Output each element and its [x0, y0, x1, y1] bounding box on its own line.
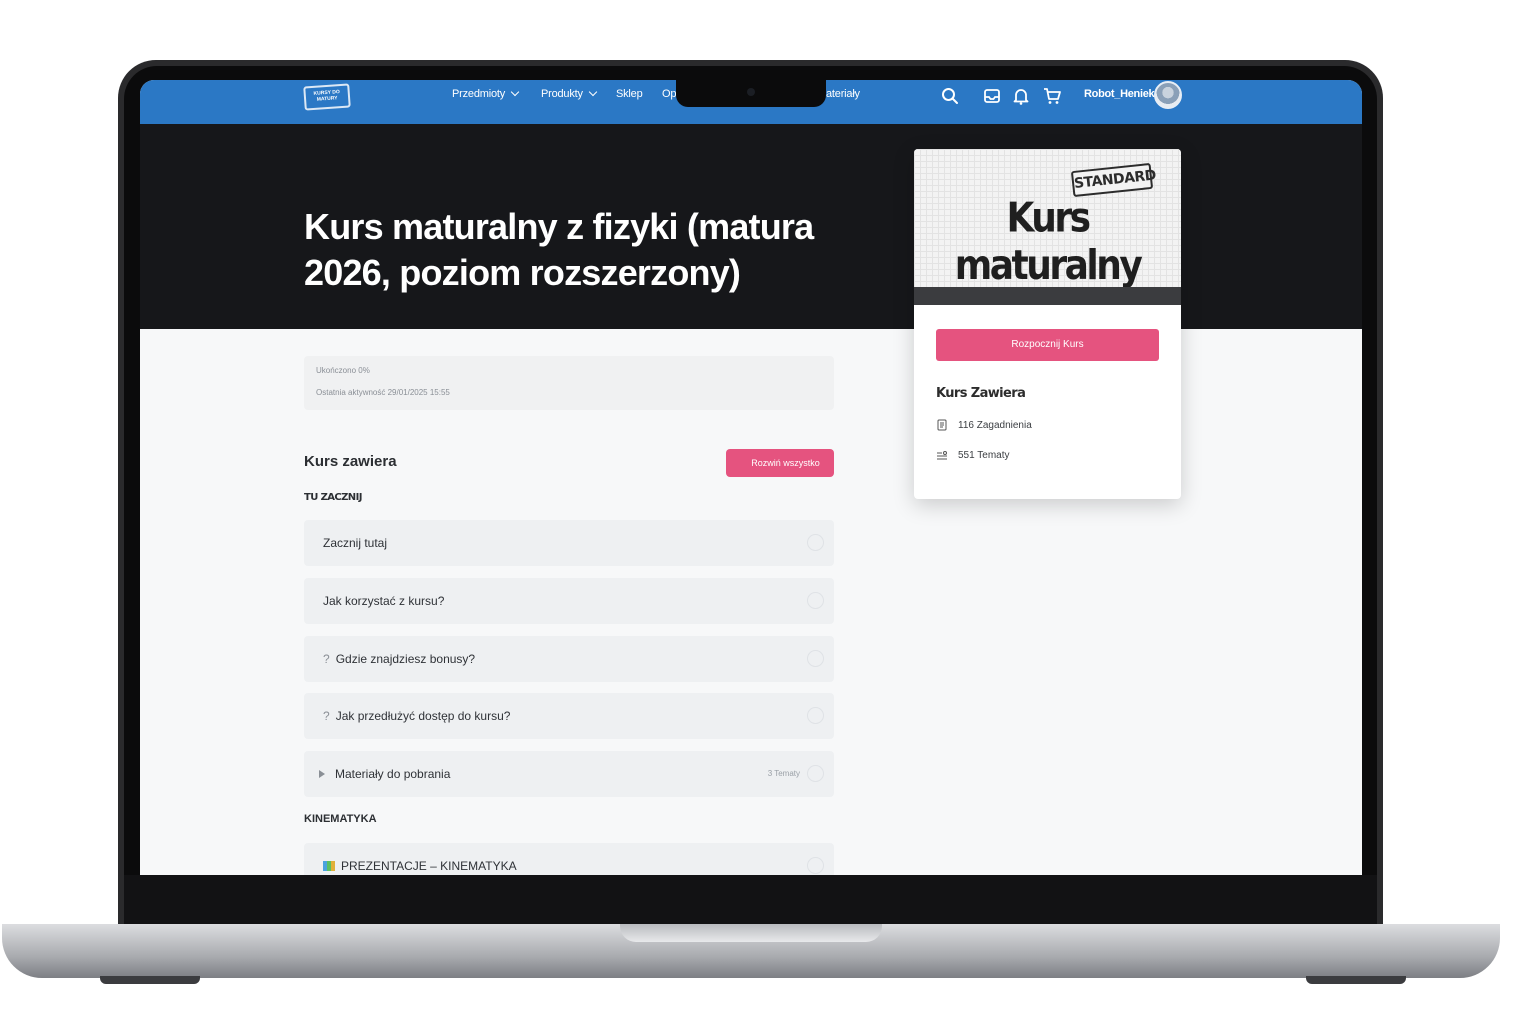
lesson-item-expandable[interactable]: Materiały do pobrania 3 Tematy [304, 751, 834, 797]
group-label-tu-zacznij: TU ZACZNIJ [304, 492, 362, 503]
username[interactable]: Robot_Heniek [1084, 88, 1155, 100]
group-label-kinematyka: KINEMATYKA [304, 813, 377, 825]
chevron-down-icon [588, 87, 598, 97]
nav-item-label: Produkty [541, 88, 583, 100]
progress-completed: Ukończono 0% [316, 366, 370, 375]
expand-all-button[interactable]: Rozwiń wszystko [726, 449, 834, 477]
completion-circle-icon [807, 534, 824, 551]
lesson-label: Materiały do pobrania [335, 767, 451, 781]
standard-stamp: STANDARD [1070, 162, 1157, 198]
progress-box: Ukończono 0% Ostatnia aktywność 29/01/20… [304, 356, 834, 410]
lesson-label: Jak przedłużyć dostęp do kursu? [335, 709, 511, 723]
books-icon [323, 861, 335, 871]
laptop-chin [124, 875, 1377, 925]
topics-count: 3 Tematy [767, 769, 800, 778]
lesson-label: Zacznij tutaj [323, 536, 388, 550]
nav-item-sklep[interactable]: Sklep [616, 88, 643, 100]
course-cover-image: STANDARD Kurs maturalny [914, 149, 1181, 290]
completion-circle-icon [807, 650, 824, 667]
laptop-foot [100, 976, 200, 984]
question-icon: ? [323, 652, 330, 666]
lesson-label-row: PREZENTACJE – KINEMATYKA [323, 859, 517, 873]
laptop-opening-groove [620, 924, 882, 942]
chevron-down-icon [510, 87, 520, 97]
camera-notch [676, 80, 826, 107]
nav-item-produkty[interactable]: Produkty [541, 87, 598, 100]
browser-screen: KURSY DO MATURY Przedmioty Produkty Skle… [140, 80, 1362, 875]
stat-zagadnienia: 116 Zagadnienia [958, 420, 1032, 431]
course-content-heading: Kurs zawiera [304, 453, 397, 470]
lesson-label: PREZENTACJE – KINEMATYKA [341, 859, 517, 873]
nav-item-materialy[interactable]: ateriały [826, 88, 860, 100]
lesson-item[interactable]: Jak korzystać z kursu? [304, 578, 834, 624]
lesson-label-row: Materiały do pobrania [319, 767, 450, 781]
course-card: STANDARD Kurs maturalny Rozpocznij Kurs … [914, 149, 1181, 499]
bell-icon[interactable] [1011, 86, 1031, 106]
stat-tematy: 551 Tematy [958, 450, 1010, 461]
nav-item-label: Przedmioty [452, 88, 506, 100]
nav-item-przedmioty[interactable]: Przedmioty [452, 87, 520, 100]
cover-band [914, 287, 1181, 305]
lesson-item[interactable]: Zacznij tutaj [304, 520, 834, 566]
document-icon [937, 419, 947, 431]
site-logo[interactable]: KURSY DO MATURY [303, 83, 351, 111]
start-course-button[interactable]: Rozpocznij Kurs [936, 329, 1159, 361]
last-activity: Ostatnia aktywność 29/01/2025 15:55 [316, 388, 450, 397]
laptop-mockup: KURSY DO MATURY Przedmioty Produkty Skle… [0, 0, 1536, 1024]
lesson-label-row: ? Gdzie znajdziesz bonusy? [323, 652, 475, 666]
laptop-foot [1306, 976, 1406, 984]
lesson-label-row: ? Jak przedłużyć dostęp do kursu? [323, 709, 510, 723]
page-title: Kurs maturalny z fizyki (matura 2026, po… [304, 206, 814, 293]
completion-circle-icon [807, 707, 824, 724]
avatar[interactable] [1154, 81, 1182, 109]
inbox-icon[interactable] [982, 86, 1002, 106]
completion-circle-icon [807, 592, 824, 609]
completion-circle-icon [807, 857, 824, 874]
camera-icon [747, 88, 755, 96]
list-icon [937, 451, 947, 460]
lesson-item[interactable]: PREZENTACJE – KINEMATYKA [304, 843, 834, 875]
cover-title: Kurs maturalny [954, 194, 1143, 290]
search-icon[interactable] [940, 86, 960, 106]
lesson-item[interactable]: ? Jak przedłużyć dostęp do kursu? [304, 693, 834, 739]
course-includes-heading: Kurs Zawiera [936, 386, 1026, 401]
cart-icon[interactable] [1042, 86, 1062, 106]
question-icon: ? [323, 709, 330, 723]
lesson-label: Jak korzystać z kursu? [323, 594, 445, 608]
expand-triangle-icon [319, 770, 325, 778]
lesson-item[interactable]: ? Gdzie znajdziesz bonusy? [304, 636, 834, 682]
lesson-label: Gdzie znajdziesz bonusy? [335, 652, 476, 666]
completion-circle-icon [807, 765, 824, 782]
nav-item-op[interactable]: Op [662, 88, 676, 100]
